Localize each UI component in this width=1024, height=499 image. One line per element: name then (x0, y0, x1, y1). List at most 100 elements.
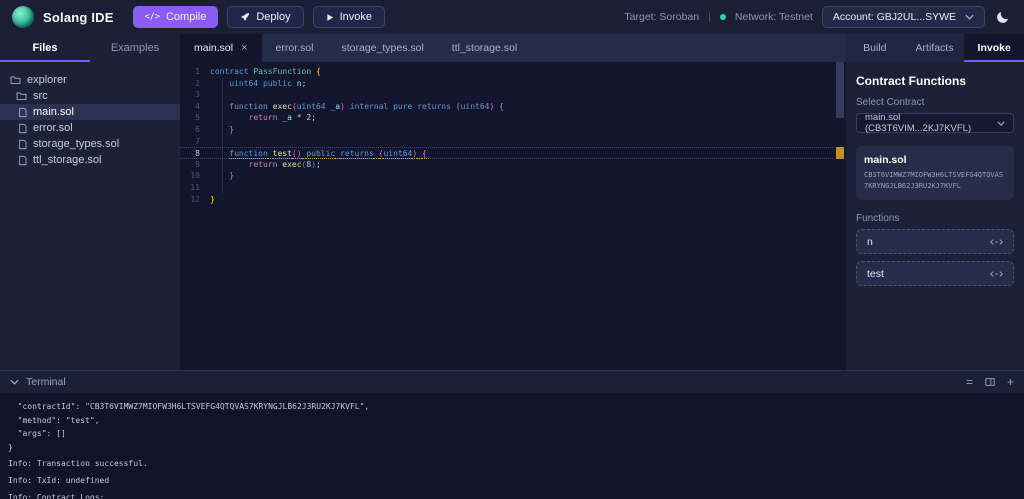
panel-tab-strip: BuildArtifactsInvoke (845, 34, 1024, 62)
terminal-output[interactable]: "contractId": "CB3T6VIMWZ7MIOFW3H6LTSVEF… (0, 393, 1024, 499)
editor-tab-main-sol[interactable]: main.sol × (180, 34, 262, 62)
code-token: } (229, 171, 234, 180)
editor-tab-label: storage_types.sol (341, 42, 423, 54)
contract-card: main.sol CB3T6VIMWZ7MIOFW3H6LTSVEFG4QTQV… (856, 146, 1014, 200)
contract-id: CB3T6VIMWZ7MIOFW3H6LTSVEFG4QTQVAS7KRYNGJ… (864, 170, 1006, 192)
code-editor[interactable]: 1contract PassFunction {2 uint64 public … (180, 62, 845, 370)
code-token: internal (350, 102, 389, 111)
terminal-line: Info: TxId: undefined (8, 474, 1024, 488)
function-row-n[interactable]: n (856, 229, 1014, 254)
scrollbar-thumb[interactable] (836, 62, 844, 118)
line-number: 4 (180, 101, 210, 113)
minimize-icon[interactable]: = (966, 376, 973, 388)
account-select[interactable]: Account: GBJ2UL...SYWE (822, 6, 985, 28)
editor-tab-ttl-storage-sol[interactable]: ttl_storage.sol (438, 34, 531, 62)
chevron-down-icon (10, 379, 19, 385)
code-token (210, 79, 229, 88)
folder-src-row[interactable]: src (0, 88, 180, 104)
contract-select[interactable]: main.sol (CB3T6VIM...2KJ7KVFL) (856, 113, 1014, 133)
split-panel-icon[interactable] (985, 377, 995, 387)
code-token: { (499, 102, 504, 111)
line-number: 6 (180, 124, 210, 136)
code-token: uint64 (383, 149, 412, 159)
rocket-icon (240, 12, 250, 22)
code-line-12[interactable]: 12} (180, 194, 845, 206)
file-item-main-sol[interactable]: main.sol (0, 104, 180, 120)
code-token: return (249, 113, 278, 122)
tab-examples-label: Examples (111, 42, 159, 54)
new-terminal-icon[interactable]: + (1007, 376, 1014, 388)
play-icon (326, 13, 334, 22)
file-item-label: main.sol (33, 106, 74, 118)
network-status-dot (720, 14, 726, 20)
tab-bar: Files Examples main.sol × error.sol storage… (0, 34, 1024, 62)
terminal-header[interactable]: Terminal = + (0, 371, 1024, 393)
code-token: exec (282, 160, 301, 169)
code-line-1[interactable]: 1contract PassFunction { (180, 66, 845, 78)
contract-functions-panel: Contract Functions Select Contract main.… (845, 62, 1024, 370)
file-item-ttl-storage-sol[interactable]: ttl_storage.sol (0, 152, 180, 168)
code-token (210, 113, 249, 122)
code-line-6[interactable]: 6 } (180, 124, 845, 136)
code-line-3[interactable]: 3 (180, 89, 845, 101)
code-area: 1contract PassFunction {2 uint64 public … (180, 66, 845, 205)
line-number: 5 (180, 112, 210, 124)
file-icon (18, 123, 27, 134)
explorer-root-label: explorer (27, 74, 67, 86)
folder-icon (10, 75, 21, 85)
editor-tab-label: main.sol (194, 42, 233, 54)
tab-files[interactable]: Files (0, 34, 90, 62)
swap-arrows-icon (990, 238, 1003, 246)
file-item-error-sol[interactable]: error.sol (0, 120, 180, 136)
file-item-storage-types-sol[interactable]: storage_types.sol (0, 136, 180, 152)
editor-tab-storage-types-sol[interactable]: storage_types.sol (327, 34, 437, 62)
code-token (210, 102, 229, 111)
code-line-content: function exec(uint64 _a) internal pure r… (210, 101, 504, 113)
functions-list: n test (856, 229, 1014, 286)
file-icon (18, 139, 27, 150)
line-number: 7 (180, 136, 210, 148)
explorer-root-row[interactable]: explorer (0, 72, 180, 88)
code-line-11[interactable]: 11 (180, 182, 845, 194)
terminal-line: Info: Contract Logs: (8, 491, 1024, 499)
target-label: Target: Soroban (624, 11, 699, 23)
panel-tab-build[interactable]: Build (845, 34, 905, 62)
sidebar-tabs: Files Examples (0, 34, 180, 62)
panel-title: Contract Functions (856, 74, 1014, 88)
terminal-line: } (8, 441, 1024, 455)
code-token: public (306, 149, 335, 159)
theme-toggle[interactable] (994, 8, 1012, 26)
swap-arrows-icon (990, 270, 1003, 278)
editor-tab-strip: main.sol × error.sol storage_types.sol ttl_s… (180, 34, 845, 62)
code-token: uint64 (229, 79, 258, 88)
code-line-content: function test() public returns (uint64) … (210, 148, 427, 158)
code-line-2[interactable]: 2 uint64 public n; (180, 78, 845, 90)
function-row-test[interactable]: test (856, 261, 1014, 286)
file-explorer: explorer src main.sol error.solstorage_ty… (0, 62, 180, 370)
file-item-label: ttl_storage.sol (33, 154, 101, 166)
code-token: { (316, 67, 321, 76)
panel-tab-invoke[interactable]: Invoke (964, 34, 1024, 62)
close-icon[interactable]: × (241, 43, 247, 54)
code-line-4[interactable]: 4 function exec(uint64 _a) internal pure… (180, 101, 845, 113)
code-token: returns (340, 149, 374, 159)
code-line-8[interactable]: 8 function test() public returns (uint64… (180, 147, 833, 159)
code-token: _a (282, 113, 292, 122)
code-line-9[interactable]: 9 return exec(8); (180, 159, 845, 171)
tab-examples[interactable]: Examples (90, 34, 180, 62)
code-line-content: } (210, 194, 215, 206)
panel-tab-artifacts[interactable]: Artifacts (905, 34, 965, 62)
code-line-5[interactable]: 5 return _a * 2; (180, 112, 845, 124)
code-line-10[interactable]: 10 } (180, 170, 845, 182)
code-token: returns (417, 102, 451, 111)
code-line-7[interactable]: 7 (180, 136, 845, 148)
code-token: return (249, 160, 278, 169)
editor-tab-error-sol[interactable]: error.sol (262, 34, 328, 62)
folder-icon (16, 91, 27, 101)
invoke-button[interactable]: Invoke (313, 6, 385, 28)
function-name: n (867, 236, 873, 248)
compile-button[interactable]: </> Compile (133, 6, 219, 28)
code-token: function (229, 149, 268, 159)
deploy-button[interactable]: Deploy (227, 6, 303, 28)
status-area: Target: Soroban | Network: Testnet Accou… (624, 6, 1012, 28)
